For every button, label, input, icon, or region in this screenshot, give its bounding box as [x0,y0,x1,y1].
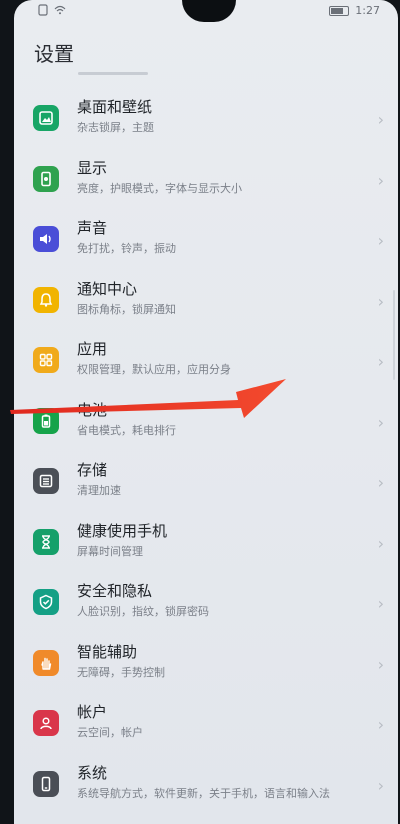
settings-item-texts: 通知中心 图标角标，锁屏通知 [77,280,362,318]
wifi-icon [54,5,66,18]
status-left [38,4,66,19]
item-label: 系统 [77,763,108,782]
settings-item-digital-balance[interactable]: 健康使用手机 屏幕时间管理 › [14,512,398,573]
item-label: 桌面和壁纸 [77,98,153,116]
settings-item-system[interactable]: 系统 系统导航方式，软件更新，关于手机，语言和输入法 › [14,754,398,815]
scrolled-item-remnant [78,72,148,75]
chevron-right-icon: › [377,110,384,129]
sim-icon [38,4,48,19]
settings-item-notifications[interactable]: 通知中心 图标角标，锁屏通知 › [14,270,398,331]
hand-icon [33,649,59,676]
item-subtitle: 图标角标，锁屏通知 [77,302,176,316]
settings-item-texts: 存储 清理加速 [77,461,362,499]
sound-icon [33,226,59,253]
chevron-right-icon: › [377,412,384,432]
display-icon [33,165,59,192]
storage-icon [33,468,59,495]
item-label: 帐户 [77,703,108,721]
settings-item-battery[interactable]: 电池 省电模式，耗电排行 › [14,391,398,452]
settings-item-texts: 声音 免打扰，铃声，振动 [77,219,362,257]
item-label: 应用 [77,340,108,358]
chevron-right-icon: › [377,170,384,190]
item-label: 存储 [77,461,108,479]
page-title: 设置 [34,42,74,66]
shield-icon [33,589,59,616]
chevron-right-icon: › [377,533,384,553]
item-label: 智能辅助 [77,642,138,661]
settings-item-storage[interactable]: 存储 清理加速 › [14,451,398,512]
settings-item-texts: 桌面和壁纸 杂志锁屏，主题 [77,98,362,136]
settings-item-texts: 应用 权限管理，默认应用，应用分身 [77,340,362,378]
chevron-right-icon: › [377,352,384,371]
chevron-right-icon: › [377,291,384,311]
settings-item-wallpaper[interactable]: 桌面和壁纸 杂志锁屏，主题 › [14,88,398,149]
item-subtitle: 屏幕时间管理 [77,544,143,558]
settings-item-texts: 系统 系统导航方式，软件更新，关于手机，语言和输入法 [77,764,362,802]
settings-item-texts: 显示 亮度，护眼模式，字体与显示大小 [77,159,362,197]
settings-item-texts: 健康使用手机 屏幕时间管理 [77,522,362,560]
chevron-right-icon: › [377,594,384,613]
item-label: 声音 [77,219,108,237]
phone-screen: 1:27 设置 桌面和壁纸 杂志锁屏，主题 › 显示 亮度，护眼模式，字体与显示… [14,0,398,824]
chevron-right-icon: › [377,715,384,734]
item-label: 通知中心 [77,279,138,298]
chevron-right-icon: › [377,654,384,674]
settings-item-accounts[interactable]: 帐户 云空间，帐户 › [14,693,398,754]
settings-item-display[interactable]: 显示 亮度，护眼模式，字体与显示大小 › [14,149,398,210]
item-subtitle: 省电模式，耗电排行 [77,423,176,437]
item-subtitle: 系统导航方式，软件更新，关于手机，语言和输入法 [77,786,330,800]
settings-item-apps[interactable]: 应用 权限管理，默认应用，应用分身 › [14,330,398,391]
item-label: 健康使用手机 [77,521,168,540]
item-label: 电池 [77,400,108,419]
status-bar: 1:27 [14,0,398,22]
item-subtitle: 云空间，帐户 [77,726,143,739]
battery-icon [33,407,59,434]
item-subtitle: 杂志锁屏，主题 [77,121,154,134]
item-label: 显示 [77,158,108,177]
wallpaper-icon [33,105,59,132]
status-time: 1:27 [355,4,380,17]
camera-notch [182,0,236,22]
settings-item-security[interactable]: 安全和隐私 人脸识别，指纹，锁屏密码 › [14,572,398,633]
settings-item-sound[interactable]: 声音 免打扰，铃声，振动 › [14,209,398,270]
item-subtitle: 无障碍，手势控制 [77,665,165,679]
battery-status-icon [329,5,350,16]
settings-item-smart-assist[interactable]: 智能辅助 无障碍，手势控制 › [14,633,398,694]
item-subtitle: 免打扰，铃声，振动 [77,242,176,255]
status-right: 1:27 [329,4,380,17]
chevron-right-icon: › [377,775,384,795]
settings-item-texts: 智能辅助 无障碍，手势控制 [77,643,362,681]
phone-icon [33,770,59,797]
settings-item-texts: 电池 省电模式，耗电排行 [77,401,362,439]
settings-item-texts: 安全和隐私 人脸识别，指纹，锁屏密码 [77,582,362,620]
bell-icon [33,286,59,313]
settings-list: 桌面和壁纸 杂志锁屏，主题 › 显示 亮度，护眼模式，字体与显示大小 › 声音 … [14,88,398,814]
item-subtitle: 权限管理，默认应用，应用分身 [77,363,231,376]
item-subtitle: 亮度，护眼模式，字体与显示大小 [77,181,242,195]
chevron-right-icon: › [377,473,384,492]
apps-icon [33,347,59,374]
item-label: 安全和隐私 [77,582,153,600]
item-subtitle: 人脸识别，指纹，锁屏密码 [77,605,209,618]
user-icon [33,710,59,737]
item-subtitle: 清理加速 [77,484,121,497]
chevron-right-icon: › [377,231,384,250]
settings-item-texts: 帐户 云空间，帐户 [77,703,362,741]
scrollbar[interactable] [393,290,395,380]
hourglass-icon [33,528,59,555]
